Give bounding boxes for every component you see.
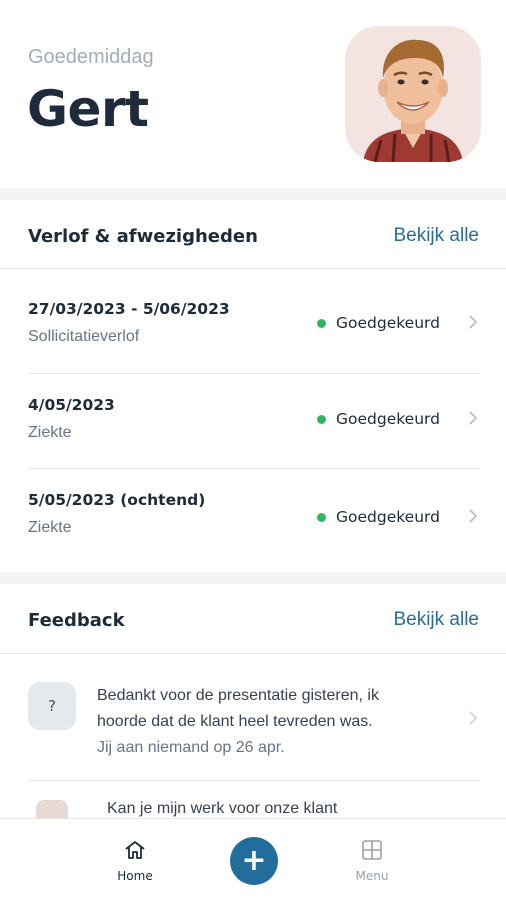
status-text: Goedgekeurd	[336, 508, 440, 526]
status-text: Goedgekeurd	[336, 314, 440, 332]
chevron-right-icon	[469, 315, 478, 329]
header: Goedemiddag Gert	[0, 0, 506, 188]
leave-item[interactable]: 5/05/2023 (ochtend) Ziekte Goedgekeurd	[0, 491, 506, 585]
divider	[28, 468, 480, 469]
leave-date: 27/03/2023 - 5/06/2023	[28, 300, 230, 318]
leave-type: Ziekte	[28, 424, 72, 441]
status-dot-icon	[317, 512, 326, 522]
section-divider	[0, 572, 506, 584]
leave-section-title: Verlof & afwezigheden	[28, 226, 258, 247]
status-dot-icon	[317, 318, 326, 328]
section-divider	[0, 188, 506, 200]
home-icon	[125, 841, 145, 859]
feedback-section-title: Feedback	[28, 610, 125, 631]
leave-date: 4/05/2023	[28, 396, 115, 414]
leave-item[interactable]: 27/03/2023 - 5/06/2023 Sollicitatieverlo…	[0, 300, 506, 394]
feedback-message-line[interactable]: Kan je mijn werk voor onze klant	[107, 800, 337, 818]
greeting-text: Goedemiddag	[28, 46, 154, 68]
status-text: Goedgekeurd	[336, 410, 440, 428]
avatar-portrait	[345, 26, 481, 162]
tab-home[interactable]: Home	[95, 839, 175, 883]
status-badge: Goedgekeurd	[317, 508, 440, 526]
add-button[interactable]: +	[230, 837, 278, 885]
divider	[28, 373, 480, 374]
leave-type: Ziekte	[28, 519, 72, 536]
feedback-meta: Jij aan niemand op 26 apr.	[97, 739, 285, 756]
feedback-message-line: Bedankt voor de presentatie gisteren, ik	[97, 687, 379, 704]
bottom-tab-bar: Home + Menu	[0, 818, 506, 900]
feedback-item[interactable]: Bedankt voor de presentatie gisteren, ik…	[97, 683, 437, 761]
user-name: Gert	[27, 80, 149, 138]
status-dot-icon	[317, 414, 326, 424]
question-icon: ?	[28, 682, 76, 730]
avatar[interactable]	[345, 26, 481, 162]
divider	[28, 780, 480, 781]
leave-see-all-link[interactable]: Bekijk alle	[393, 225, 479, 247]
status-badge: Goedgekeurd	[317, 314, 440, 332]
leave-item[interactable]: 4/05/2023 Ziekte Goedgekeurd	[0, 396, 506, 490]
divider	[0, 268, 506, 269]
feedback-message-line: hoorde dat de klant heel tevreden was.	[97, 713, 373, 730]
divider	[0, 653, 506, 654]
tab-home-label: Home	[117, 869, 153, 883]
chevron-right-icon	[469, 509, 478, 523]
status-badge: Goedgekeurd	[317, 410, 440, 428]
tab-menu[interactable]: Menu	[332, 839, 412, 883]
tab-menu-label: Menu	[355, 869, 389, 883]
grid-icon	[362, 840, 382, 860]
chevron-right-icon	[469, 711, 478, 725]
leave-date: 5/05/2023 (ochtend)	[28, 491, 206, 509]
leave-type: Sollicitatieverlof	[28, 328, 140, 345]
chevron-right-icon	[469, 411, 478, 425]
feedback-see-all-link[interactable]: Bekijk alle	[393, 609, 479, 631]
